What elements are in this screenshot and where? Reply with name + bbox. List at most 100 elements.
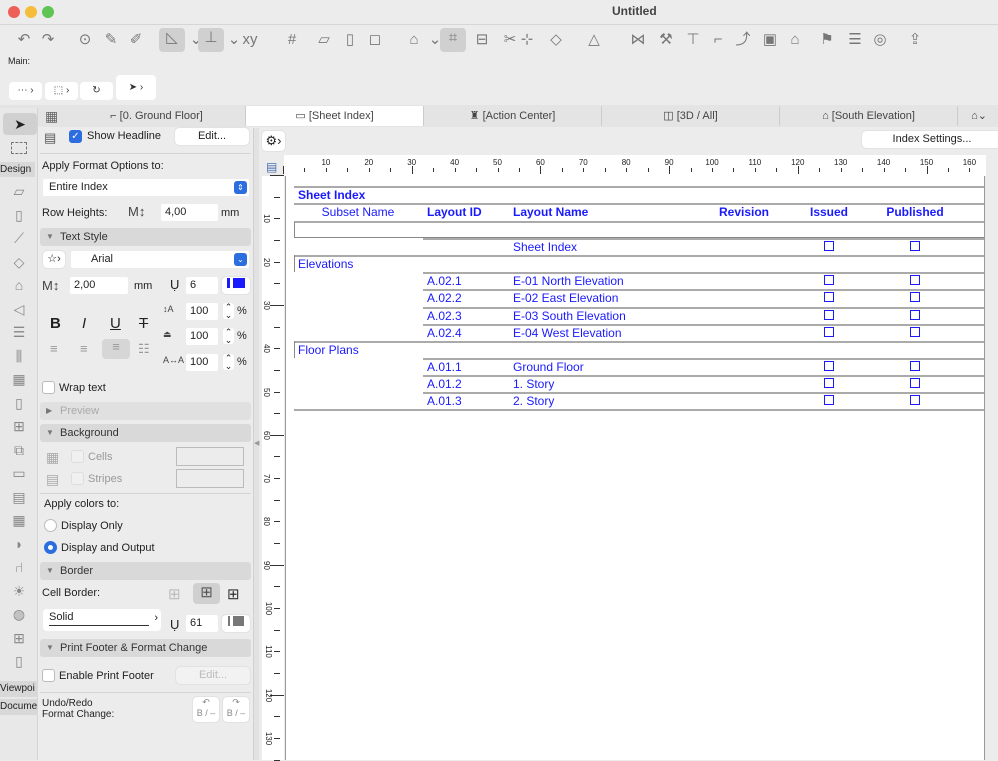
mesh-tool-icon[interactable]: ▦ (6, 512, 32, 532)
border-all-button[interactable]: ⊞ (227, 585, 240, 603)
column-header[interactable]: Layout Name (513, 205, 588, 219)
underline-button[interactable]: U (110, 315, 121, 332)
toolbox-design[interactable]: Design (0, 162, 35, 177)
width-scale-input[interactable]: 100 (186, 303, 218, 320)
undo-format-button[interactable]: ↶ B / – (193, 697, 219, 722)
align-left-button[interactable]: ≡ (50, 341, 58, 356)
column-header[interactable]: Subset Name (308, 205, 408, 219)
published-checkbox[interactable] (910, 241, 920, 252)
footer-edit-button[interactable]: Edit... (176, 667, 250, 684)
lock-icon[interactable]: ⌂ (404, 30, 424, 50)
background-section[interactable]: Background (40, 424, 251, 442)
height-scale-stepper[interactable]: ⌃ ⌄ (223, 328, 234, 345)
lamp-tool-icon[interactable]: ☀ (6, 583, 32, 603)
table-row[interactable]: A.02.2 E-02 East Elevation (286, 289, 986, 306)
skylight-tool-icon[interactable]: ⧉ (6, 442, 32, 462)
curtain-tool-icon[interactable]: ⊞ (6, 630, 32, 650)
border-inner-button[interactable]: ⊞ (193, 583, 220, 604)
edit-headline-button[interactable]: Edit... (175, 128, 249, 145)
object-panel-tool-icon[interactable]: ▤ (6, 489, 32, 509)
strikethrough-button[interactable]: T (139, 315, 148, 332)
shell-tool-icon[interactable]: ◁ (6, 301, 32, 321)
issued-checkbox[interactable] (824, 377, 834, 388)
wall-end-tool-icon[interactable]: ▯ (6, 653, 32, 673)
align-right-button[interactable]: ≡ (102, 339, 130, 359)
empty-row[interactable] (294, 221, 984, 239)
syringe-icon[interactable]: ✐ (126, 30, 146, 50)
arrow-tool[interactable]: ➤ (3, 113, 37, 135)
tab-3d-all[interactable]: ◫ [3D / All] (602, 106, 780, 126)
pen-color-button[interactable] (222, 277, 250, 294)
issued-checkbox[interactable] (824, 360, 834, 371)
undo-icon[interactable]: ↶ (14, 30, 34, 50)
font-select[interactable]: Arial ⌄ (71, 251, 249, 268)
table-row[interactable]: A.01.2 1. Story (286, 374, 986, 392)
connect-icon[interactable]: ⊹ (517, 30, 537, 50)
table-row[interactable]: A.02.3 E-03 South Elevation (286, 306, 986, 324)
column-header[interactable]: Published (865, 205, 965, 219)
snap-guides-icon[interactable]: ⊥ (198, 28, 224, 52)
arrow-tool-button[interactable]: ➤ › (116, 75, 156, 100)
opening-tool-icon[interactable]: ▭ (6, 465, 32, 485)
trace-icon[interactable]: ⌗ (440, 28, 466, 52)
curtain-wall-tool-icon[interactable]: ▦ (6, 371, 32, 391)
issued-checkbox[interactable] (824, 309, 834, 320)
morph-tool-icon[interactable]: ◗ (6, 536, 32, 556)
eyedropper-icon[interactable]: ✎ (101, 30, 121, 50)
column-header[interactable]: Layout ID (427, 205, 482, 219)
stripes-color-swatch[interactable] (176, 469, 244, 488)
table-row[interactable]: A.02.1 E-01 North Elevation (286, 272, 986, 289)
published-checkbox[interactable] (910, 377, 920, 388)
split-icon[interactable]: ⋈ (628, 30, 648, 50)
panel-splitter[interactable]: ◀ (253, 128, 259, 760)
stair-tool-icon[interactable]: ☰ (6, 324, 32, 344)
published-checkbox[interactable] (910, 395, 920, 405)
settings-gear-icon[interactable]: ⚙› (262, 131, 285, 151)
stripes-checkbox[interactable] (71, 472, 84, 485)
border-pen-input[interactable]: 61 (186, 615, 218, 632)
railing-tool-icon[interactable]: ⫼ (6, 348, 32, 368)
redo-format-button[interactable]: ↷ B / – (223, 697, 249, 722)
bold-button[interactable]: B (50, 315, 61, 332)
zoom-window-button[interactable] (42, 6, 54, 18)
wrap-text-checkbox[interactable] (42, 381, 55, 394)
issued-checkbox[interactable] (824, 326, 834, 337)
window-tool-icon[interactable]: ⊞ (6, 418, 32, 438)
border-none-button[interactable]: ⊞ (168, 585, 181, 603)
tab-sheet-index[interactable]: ▭ [Sheet Index] (246, 106, 424, 126)
resize-icon[interactable]: ▣ (760, 30, 780, 50)
apply-format-select[interactable]: Entire Index ⇕ (43, 179, 249, 196)
issued-checkbox[interactable] (824, 395, 834, 405)
table-row[interactable]: A.01.3 2. Story (286, 392, 986, 409)
row-heights-input[interactable]: 4,00 (161, 204, 218, 221)
tab-0-ground-floor[interactable]: ⌐ [0. Ground Floor] (68, 106, 246, 126)
wall-tool-icon[interactable]: ▱ (6, 183, 32, 203)
home-icon[interactable]: ⌂ (785, 30, 805, 50)
published-checkbox[interactable] (910, 326, 920, 337)
height-scale-input[interactable]: 100 (186, 328, 218, 345)
zone-tool-icon[interactable]: ◍ (6, 606, 32, 626)
toolbox-document[interactable]: Docume (0, 699, 38, 715)
index-settings-button[interactable]: Index Settings... (862, 131, 998, 148)
slab-tool-icon[interactable]: ◇ (6, 254, 32, 274)
preview-section[interactable]: Preview (40, 402, 251, 420)
table-row[interactable]: A.01.1 Ground Floor (286, 357, 986, 375)
char-spacing-input[interactable]: 100 (186, 354, 218, 371)
pen-input[interactable]: 6 (186, 277, 218, 294)
measure-icon[interactable]: ⊟ (472, 30, 492, 50)
show-headline-checkbox[interactable]: ✓ (69, 130, 82, 143)
flag-icon[interactable]: ⚑ (817, 30, 837, 50)
globe-icon[interactable]: ◎ (870, 30, 890, 50)
beam-tool-icon[interactable]: ⟋ (6, 230, 32, 250)
line-type-select[interactable]: Solid › (43, 609, 161, 631)
border-pen-color-button[interactable] (222, 615, 250, 632)
guide-lines-icon[interactable]: ◺ (159, 28, 185, 52)
table-row[interactable]: A.02.4 E-04 West Elevation (286, 323, 986, 341)
rotate-view-button[interactable]: ↻ (80, 82, 113, 100)
door-tool-icon[interactable]: ▯ (6, 395, 32, 415)
vertical-plane-icon[interactable]: ▯ (340, 30, 360, 50)
coordinates-icon[interactable]: xy (240, 30, 260, 50)
published-checkbox[interactable] (910, 292, 920, 303)
column-header[interactable]: Issued (779, 205, 879, 219)
display-only-radio[interactable] (44, 519, 57, 532)
